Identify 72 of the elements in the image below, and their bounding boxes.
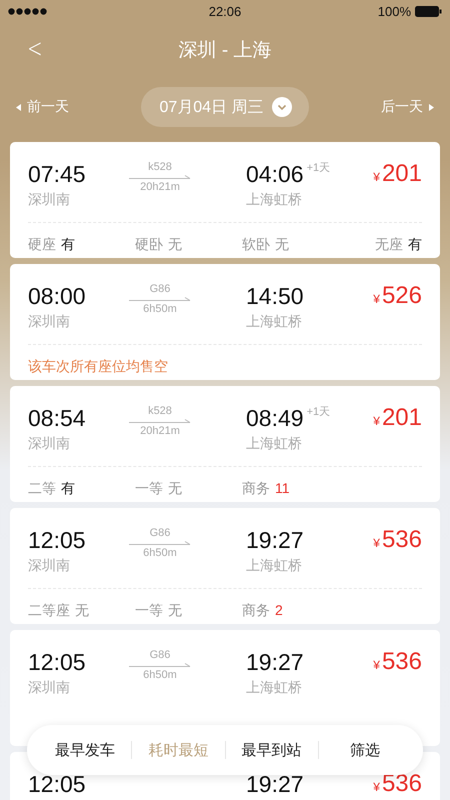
arrival-station: 上海虹桥 bbox=[246, 312, 303, 330]
seat-availability: 二等座 无 bbox=[28, 601, 90, 619]
departure-time: 12:05 bbox=[28, 649, 86, 675]
arrival-station: 上海虹桥 bbox=[246, 678, 303, 696]
back-button[interactable]: < bbox=[23, 34, 47, 64]
clock-text: 22:06 bbox=[208, 4, 242, 18]
ticket-price: ¥201 bbox=[373, 404, 422, 433]
seat-availability: 硬卧 无 bbox=[135, 235, 183, 253]
arrow-icon bbox=[129, 296, 191, 302]
sort-tab[interactable]: 最早到站 bbox=[226, 736, 318, 764]
trip-duration: 20h21m bbox=[140, 180, 180, 194]
arrival-time: 04:06 bbox=[246, 161, 304, 187]
seat-availability: 商务 2 bbox=[242, 601, 284, 619]
seat-availability: 无座 有 bbox=[375, 235, 422, 253]
sort-tab[interactable]: 筛选 bbox=[318, 736, 411, 764]
arrival-station: 上海虹桥 bbox=[246, 556, 303, 574]
chevron-down-icon bbox=[272, 97, 292, 117]
arrival-time: 19:27 bbox=[246, 771, 304, 797]
seat-availability: 二等 有 bbox=[28, 479, 76, 497]
ticket-price: ¥536 bbox=[373, 770, 422, 799]
arrow-icon bbox=[129, 418, 191, 424]
train-number: k528 bbox=[148, 160, 172, 174]
arrow-icon bbox=[129, 662, 191, 668]
left-triangle-icon bbox=[16, 104, 21, 110]
arrival-time: 19:27 bbox=[246, 527, 304, 553]
departure-time: 08:54 bbox=[28, 405, 86, 431]
next-day-note: +1天 bbox=[306, 162, 330, 174]
page-title: 深圳 - 上海 bbox=[178, 39, 272, 63]
arrival-time: 19:27 bbox=[246, 649, 304, 675]
date-picker[interactable]: 07月04日 周三 bbox=[141, 87, 309, 127]
departure-time: 08:00 bbox=[28, 283, 86, 309]
battery-icon bbox=[415, 6, 442, 16]
trip-duration: 6h50m bbox=[143, 668, 177, 682]
next-day-note: +1天 bbox=[306, 406, 330, 418]
signal-icon bbox=[8, 8, 48, 14]
previous-day-link[interactable]: 前一天 bbox=[16, 98, 69, 116]
departure-time: 07:45 bbox=[28, 161, 86, 187]
seat-availability: 商务 11 bbox=[242, 479, 291, 497]
seat-availability: 一等 无 bbox=[135, 479, 183, 497]
arrival-station: 上海虹桥 bbox=[246, 434, 303, 452]
train-number: G86 bbox=[150, 526, 170, 540]
seat-availability: 硬座 有 bbox=[28, 235, 76, 253]
departure-time: 12:05 bbox=[28, 771, 86, 797]
departure-station: 深圳南 bbox=[28, 312, 71, 330]
arrow-icon bbox=[129, 540, 191, 546]
trip-duration: 20h21m bbox=[140, 424, 180, 438]
right-triangle-icon bbox=[428, 104, 434, 110]
sold-out-notice: 该车次所有座位均售空 bbox=[28, 357, 169, 375]
sort-tab[interactable]: 最早发车 bbox=[39, 736, 132, 764]
arrival-time: 14:50 bbox=[246, 283, 304, 309]
trip-duration: 6h50m bbox=[143, 546, 177, 560]
seat-availability: 一等 无 bbox=[135, 601, 183, 619]
arrival-station: 上海虹桥 bbox=[246, 190, 303, 208]
departure-time: 12:05 bbox=[28, 527, 86, 553]
departure-station: 深圳南 bbox=[28, 556, 71, 574]
next-day-link[interactable]: 后一天 bbox=[380, 98, 434, 116]
departure-station: 深圳南 bbox=[28, 678, 71, 696]
ticket-price: ¥526 bbox=[373, 282, 422, 311]
ticket-price: ¥536 bbox=[373, 648, 422, 677]
sort-tab[interactable]: 耗时最短 bbox=[132, 736, 224, 764]
ticket-price: ¥536 bbox=[373, 526, 422, 555]
arrival-time: 08:49 bbox=[246, 405, 304, 431]
train-number: k528 bbox=[148, 404, 172, 418]
train-number: G86 bbox=[150, 648, 170, 662]
ticket-price: ¥201 bbox=[373, 160, 422, 189]
train-number: G86 bbox=[150, 282, 170, 296]
departure-station: 深圳南 bbox=[28, 434, 71, 452]
departure-station: 深圳南 bbox=[28, 190, 71, 208]
battery-text: 100% bbox=[378, 4, 411, 18]
arrow-icon bbox=[129, 174, 191, 180]
seat-availability: 软卧 无 bbox=[242, 235, 290, 253]
trip-duration: 6h50m bbox=[143, 302, 177, 316]
